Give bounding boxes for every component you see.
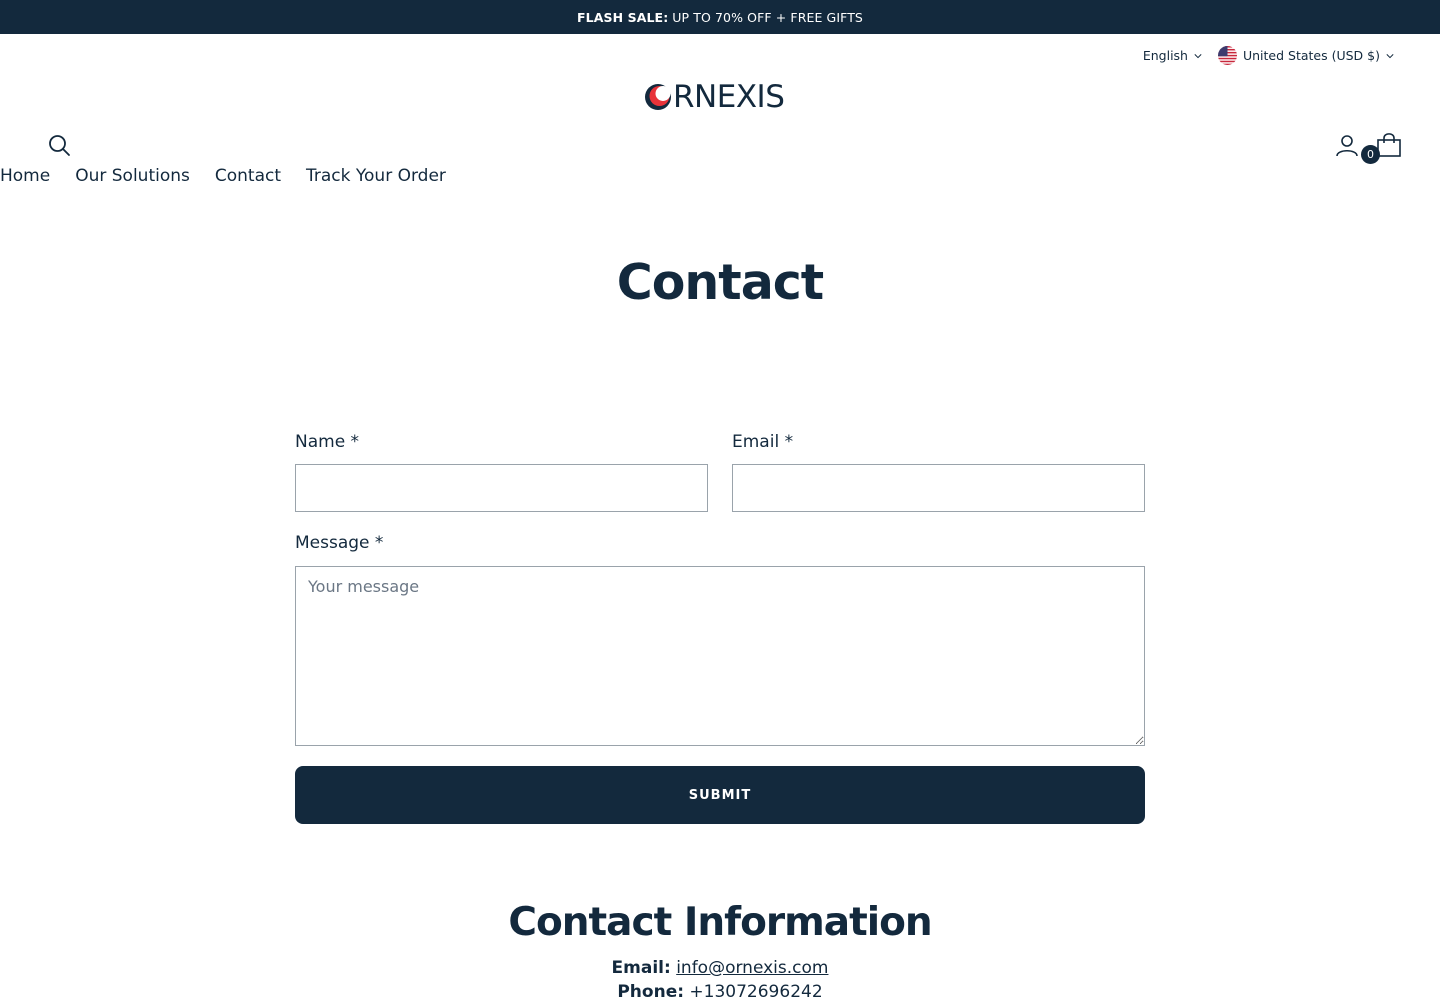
contact-phone-label: Phone: <box>617 982 685 1000</box>
chevron-down-icon <box>1386 53 1394 58</box>
localization-bar: English United States (USD $) <box>1143 46 1394 65</box>
page-title: Contact <box>616 254 824 311</box>
us-flag-icon <box>1217 46 1237 65</box>
name-input[interactable] <box>295 464 708 512</box>
nav-item-track-your-order[interactable]: Track Your Order <box>306 166 446 186</box>
logo-mark-icon <box>645 84 671 110</box>
name-label: Name * <box>295 432 360 452</box>
contact-information-heading: Contact Information <box>508 900 932 945</box>
site-logo[interactable]: RNEXIS <box>644 80 798 114</box>
country-selector[interactable]: United States (USD $) <box>1217 46 1394 65</box>
country-label: United States (USD $) <box>1242 48 1380 63</box>
announcement-bar: FLASH SALE: UP TO 70% OFF + FREE GIFTS <box>0 0 1440 34</box>
announcement-highlight: FLASH SALE: <box>577 9 669 25</box>
main-navigation: Home Our Solutions Contact Track Your Or… <box>0 166 446 186</box>
contact-phone-line: Phone: +13072696242 <box>0 982 1440 1000</box>
contact-phone-value: +13072696242 <box>689 982 823 1000</box>
message-label: Message * <box>295 533 384 553</box>
search-icon[interactable] <box>47 133 71 157</box>
contact-email-link[interactable]: info@ornexis.com <box>676 958 828 978</box>
cart-count-badge: 0 <box>1361 145 1380 164</box>
chevron-down-icon <box>1194 53 1202 58</box>
announcement-text: UP TO 70% OFF + FREE GIFTS <box>672 9 863 25</box>
email-input[interactable] <box>732 464 1145 512</box>
nav-item-our-solutions[interactable]: Our Solutions <box>75 166 190 186</box>
account-icon[interactable] <box>1335 133 1359 157</box>
language-label: English <box>1142 48 1188 63</box>
nav-item-contact[interactable]: Contact <box>215 166 281 186</box>
nav-item-home[interactable]: Home <box>0 166 50 186</box>
contact-email-line: Email: info@ornexis.com <box>0 958 1440 978</box>
logo-text: RNEXIS <box>673 78 785 115</box>
message-textarea[interactable] <box>295 566 1145 746</box>
submit-button[interactable]: SUBMIT <box>295 766 1145 824</box>
language-selector[interactable]: English <box>1143 48 1202 63</box>
email-label: Email * <box>732 432 794 452</box>
contact-email-label: Email: <box>611 958 671 978</box>
